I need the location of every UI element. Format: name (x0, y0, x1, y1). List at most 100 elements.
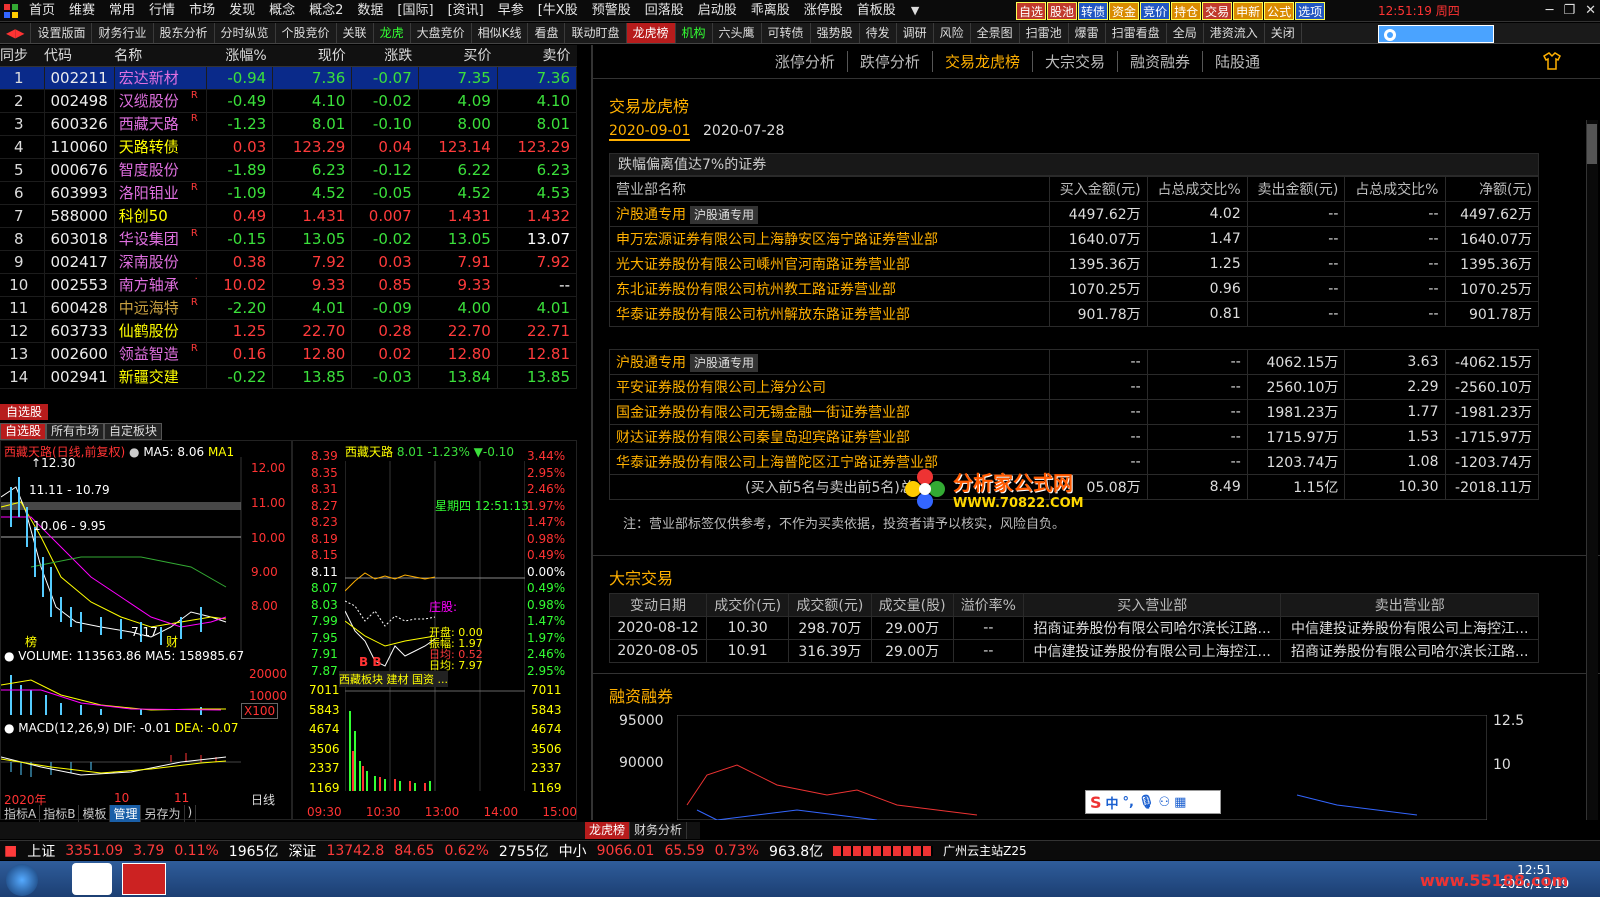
quick-button-3[interactable]: 资金 (1109, 2, 1140, 20)
menu-item-10[interactable]: [资讯] (441, 0, 491, 22)
sh-label[interactable]: 上证 (27, 841, 55, 861)
tab-7[interactable]: 大盘竞价 (411, 23, 472, 43)
lhb-row[interactable]: 国金证券股份有限公司无锡金融一街证券营业部 -- -- 1981.23万 1.77 -19… (609, 399, 1539, 425)
quote-row[interactable]: 5 000676 智度股份 -1.89 6.23 -0.12 6.22 6.23 (0, 158, 578, 182)
period-label[interactable]: 日线 (251, 791, 275, 808)
quick-button-0[interactable]: 自选 (1016, 2, 1047, 20)
restore-icon[interactable]: ❐ (1563, 0, 1575, 22)
tab-2[interactable]: 股东分析 (154, 23, 215, 43)
menu-item-1[interactable]: 维赛 (62, 0, 102, 22)
start-button-icon[interactable] (6, 864, 38, 896)
quick-button-6[interactable]: 交易 (1202, 2, 1233, 20)
mic-icon[interactable]: 🎙 (1138, 795, 1155, 810)
tab-15[interactable]: 强势股 (811, 23, 860, 43)
menu-item-8[interactable]: 数据 (350, 0, 390, 22)
menu-item-9[interactable]: [国际] (390, 0, 440, 22)
lhb-row[interactable]: 沪股通专用 沪股通专用 -- -- 4062.15万 3.63 -4062.15万 (609, 349, 1539, 375)
menu-item-14[interactable]: 回落股 (638, 0, 691, 22)
subnav-4[interactable]: 融资融券 (1118, 51, 1203, 72)
menu-item-2[interactable]: 常用 (102, 0, 142, 22)
minimize-icon[interactable]: ─ (1546, 0, 1554, 22)
ime-toolbar[interactable]: S 中 °, 🎙 ⚇ ▦ (1085, 790, 1221, 814)
lhb-org[interactable]: 沪股通专用 沪股通专用 (609, 201, 1050, 227)
col-header-4[interactable]: 现价 (272, 45, 352, 67)
tab-8[interactable]: 相似K线 (472, 23, 529, 43)
tab-24[interactable]: 港资流入 (1204, 23, 1265, 43)
watchlist-title[interactable]: 自选股 (0, 404, 49, 420)
kline-tool-5[interactable]: ) (185, 805, 197, 822)
right-scrollbar[interactable] (1586, 120, 1598, 820)
kline-tool-4[interactable]: 另存为 (141, 805, 185, 822)
lhb-org[interactable]: 东北证券股份有限公司杭州教工路证券营业部 (609, 276, 1050, 302)
dzjy-row[interactable]: 2020-08-05 10.91 316.39万 29.00万 -- 中信建投证券股份有限… (608, 639, 1539, 663)
quick-button-1[interactable]: 股池 (1047, 2, 1078, 20)
watchlist-subtab-1[interactable]: 所有市场 (46, 423, 105, 440)
cloud-app-icon[interactable] (72, 863, 112, 895)
tab-nav-arrows[interactable]: ◀▶ (0, 23, 32, 43)
lhb-row[interactable]: 财达证券股份有限公司秦皇岛迎宾路证券营业部 -- -- 1715.97万 1.53 -17… (609, 424, 1539, 450)
lhb-org[interactable]: 财达证券股份有限公司秦皇岛迎宾路证券营业部 (609, 424, 1050, 450)
lhb-row[interactable]: 光大证券股份有限公司嵊州官河南路证券营业部 1395.36万 1.25 -- -- 139… (609, 251, 1539, 277)
quick-button-4[interactable]: 竞价 (1140, 2, 1171, 20)
lhb-date-2[interactable]: 2020-07-28 (703, 123, 784, 139)
tab-19[interactable]: 全景图 (971, 23, 1020, 43)
grid-icon[interactable]: ▦ (1174, 795, 1186, 810)
tab-21[interactable]: 爆雷 (1069, 23, 1106, 43)
lhb-org[interactable]: 平安证券股份有限公司上海分公司 (609, 374, 1050, 400)
watchlist-subtab-0[interactable]: 自选股 (0, 423, 47, 440)
quote-row[interactable]: 2 002498 汉缆股份 R -0.49 4.10 -0.02 4.09 4.10 (0, 89, 578, 113)
quote-row[interactable]: 6 603993 洛阳钼业 R -1.09 4.52 -0.05 4.52 4.53 (0, 181, 578, 205)
menu-item-5[interactable]: 发现 (222, 0, 262, 22)
quote-row[interactable]: 4 110060 天路转债 0.03 123.29 0.04 123.14 123.29 (0, 135, 578, 159)
quick-button-7[interactable]: 申新 (1233, 2, 1264, 20)
tab-20[interactable]: 扫雷池 (1020, 23, 1069, 43)
user-icon[interactable]: ⚇ (1159, 795, 1171, 810)
ime-punct-icon[interactable]: °, (1123, 795, 1134, 810)
menu-item-12[interactable]: [牛X股 (531, 0, 585, 22)
col-header-1[interactable]: 代码 (44, 45, 115, 67)
close-icon[interactable]: ✕ (1585, 0, 1596, 22)
tab-22[interactable]: 扫雷看盘 (1106, 23, 1167, 43)
tab-18[interactable]: 风险 (934, 23, 971, 43)
lhb-row[interactable]: 申万宏源证券有限公司上海静安区海宁路证券营业部 1640.07万 1.47 -- -- 1… (609, 226, 1539, 252)
lhb-org[interactable]: 华泰证券股份有限公司杭州解放东路证券营业部 (609, 301, 1050, 327)
menu-item-3[interactable]: 行情 (142, 0, 182, 22)
col-header-2[interactable]: 名称 (114, 45, 207, 67)
kline-tool-2[interactable]: 模板 (79, 805, 111, 822)
menu-item-15[interactable]: 启动股 (691, 0, 744, 22)
tab-4[interactable]: 个股竞价 (276, 23, 337, 43)
tab-5[interactable]: 关联 (337, 23, 374, 43)
tab-6[interactable]: 龙虎 (374, 23, 411, 43)
menu-item-0[interactable]: 首页 (22, 0, 62, 22)
shirt-icon[interactable] (1541, 51, 1563, 75)
lhb-org[interactable]: 国金证券股份有限公司无锡金融一街证券营业部 (609, 399, 1050, 425)
kline-tool-3[interactable]: 管理 (110, 805, 142, 822)
quote-row[interactable]: 11 600428 中远海特 R -2.20 4.01 -0.09 4.00 4.01 (0, 296, 578, 320)
lhb-row[interactable]: 东北证券股份有限公司杭州教工路证券营业部 1070.25万 0.96 -- -- 1070… (609, 276, 1539, 302)
tab-search-input[interactable] (1378, 25, 1494, 43)
tab-16[interactable]: 待发 (860, 23, 897, 43)
bottom-tab-1[interactable]: 财务分析 (630, 822, 688, 839)
tab-10[interactable]: 联动盯盘 (565, 23, 627, 43)
quote-row[interactable]: 10 002553 南方轴承 · 10.02 9.33 0.85 9.33 -- (0, 273, 578, 297)
tab-11[interactable]: 龙虎榜 (626, 23, 676, 43)
ime-chinese-icon[interactable]: 中 (1106, 793, 1119, 812)
quick-button-9[interactable]: 选项 (1295, 2, 1326, 20)
zx-label[interactable]: 中小 (559, 841, 587, 861)
bottom-tab-0[interactable]: 龙虎榜 (585, 822, 631, 839)
tab-23[interactable]: 全局 (1167, 23, 1204, 43)
quote-row[interactable]: 9 002417 深南股份 0.38 7.92 0.03 7.91 7.92 (0, 250, 578, 274)
rzrq-chart[interactable] (677, 715, 1487, 820)
tab-1[interactable]: 财务行业 (92, 23, 154, 43)
quick-button-8[interactable]: 公式 (1264, 2, 1295, 20)
stock-app-icon[interactable] (122, 863, 166, 895)
quote-row[interactable]: 13 002600 领益智造 R 0.16 12.80 0.02 12.80 12.81 (0, 342, 578, 366)
menu-item-18[interactable]: 首板股 (850, 0, 903, 22)
quick-button-5[interactable]: 持仓 (1171, 2, 1202, 20)
dzjy-row[interactable]: 2020-08-12 10.30 298.70万 29.00万 -- 招商证券股份有限公司… (608, 616, 1539, 640)
app-logo-icon[interactable] (0, 0, 22, 22)
tab-13[interactable]: 六头鹰 (713, 23, 762, 43)
lhb-row[interactable]: 华泰证券股份有限公司杭州解放东路证券营业部 901.78万 0.81 -- -- 901.… (609, 301, 1539, 327)
lhb-org[interactable]: 申万宏源证券有限公司上海静安区海宁路证券营业部 (609, 226, 1050, 252)
menu-dropdown-icon[interactable]: ▼ (911, 4, 919, 17)
